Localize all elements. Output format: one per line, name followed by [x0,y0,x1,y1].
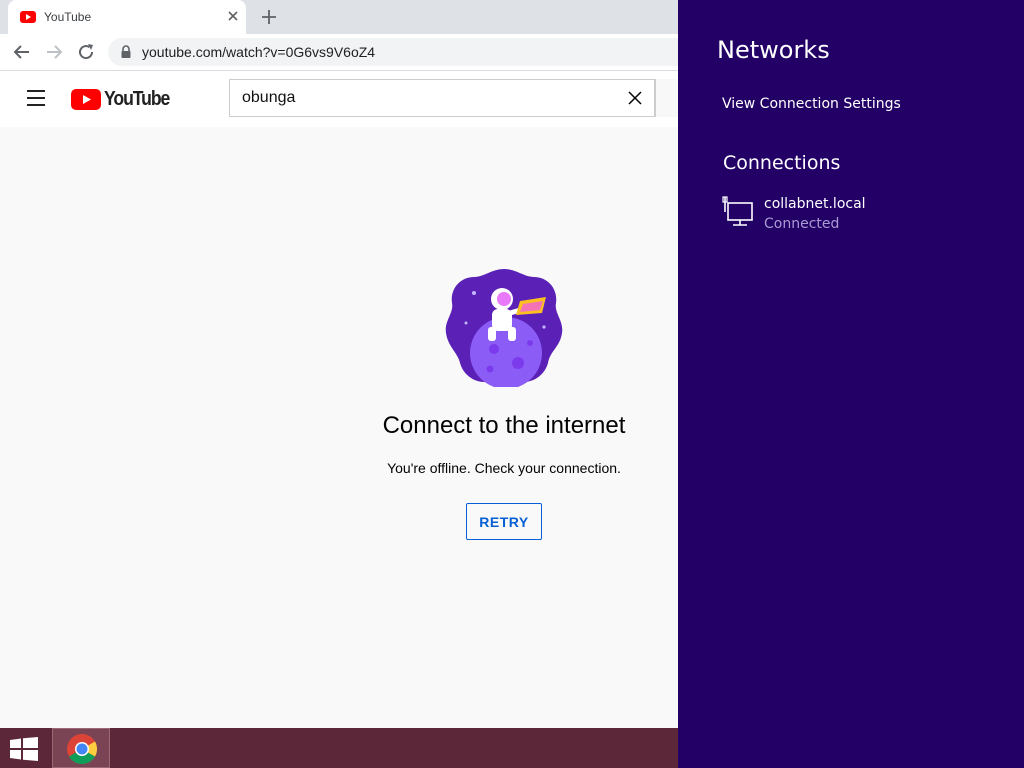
connection-name: collabnet.local [764,196,866,212]
windows-logo-icon[interactable] [10,737,38,761]
forward-arrow-icon[interactable] [44,42,64,62]
tab-title: YouTube [44,10,92,24]
offline-subtitle: You're offline. Check your connection. [387,460,621,476]
reload-icon[interactable] [76,42,96,62]
tab-youtube[interactable]: YouTube [8,0,246,34]
networks-panel: Networks View Connection Settings Connec… [678,0,1024,768]
search-button[interactable] [655,79,678,117]
close-tab-icon[interactable] [226,9,240,23]
new-tab-icon[interactable] [260,8,278,26]
youtube-logo-text: YouTube [104,87,170,110]
browser-window: YouTube youtube.com/watch?v=0G6vs9V6oZ4 [0,0,678,728]
chrome-icon [67,734,98,764]
chrome-taskbar-button[interactable] [52,728,110,768]
offline-message-area: Connect to the internet You're offline. … [0,127,678,728]
search-input[interactable] [230,80,610,116]
astronaut-offline-illustration [445,269,563,387]
search-box [229,79,655,117]
connections-heading: Connections [723,152,841,174]
url-text: youtube.com/watch?v=0G6vs9V6oZ4 [142,44,376,60]
youtube-play-logo-icon [71,88,101,110]
youtube-masthead: YouTube [0,71,678,127]
connection-status: Connected [764,216,840,232]
menu-icon[interactable] [26,89,46,107]
youtube-favicon-icon [20,11,36,23]
lock-icon[interactable] [120,45,132,59]
back-arrow-icon[interactable] [12,42,32,62]
taskbar [0,728,678,768]
networks-title: Networks [717,36,830,64]
view-connection-settings-link[interactable]: View Connection Settings [722,96,901,112]
tab-strip: YouTube [0,0,678,34]
wired-network-icon [722,196,753,226]
clear-search-icon[interactable] [628,91,642,105]
youtube-logo[interactable]: YouTube [71,88,178,110]
browser-toolbar: youtube.com/watch?v=0G6vs9V6oZ4 [0,34,678,71]
connection-item-collabnet[interactable]: collabnet.local Connected [722,194,1002,240]
offline-title: Connect to the internet [382,412,626,439]
retry-button[interactable]: RETRY [466,503,542,540]
address-bar[interactable]: youtube.com/watch?v=0G6vs9V6oZ4 [108,38,678,66]
